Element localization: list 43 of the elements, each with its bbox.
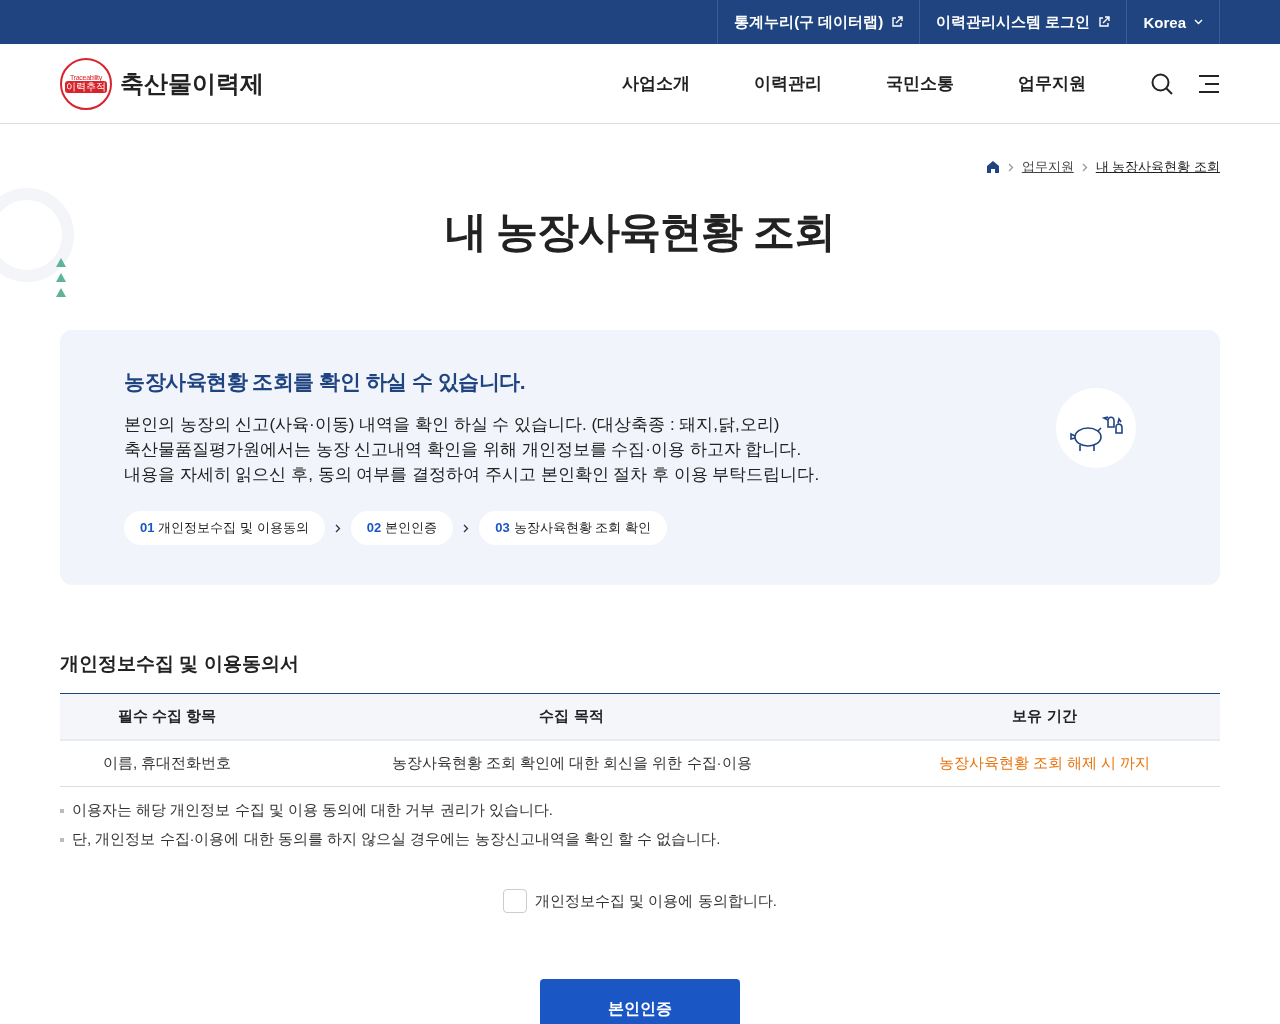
breadcrumb-link[interactable]: 내 농장사육현황 조회 [1095, 158, 1220, 176]
table-cell: 농장사육현황 조회 확인에 대한 회신을 위한 수집·이용 [274, 740, 869, 787]
nav-item[interactable]: 이력관리 [754, 72, 822, 95]
page-title: 내 농장사육현황 조회 [443, 207, 837, 257]
step-chip: 02 본인인증 [350, 511, 454, 545]
logo-badge-label: 이력추적 [65, 81, 107, 93]
language-select[interactable]: Korea [1126, 0, 1220, 44]
chevron-right-icon [463, 523, 470, 533]
nav-item[interactable]: 사업소개 [622, 72, 690, 95]
bullet-icon [60, 808, 64, 813]
chevron-right-icon [1007, 162, 1014, 172]
note-text: 이용자는 해당 개인정보 수집 및 이용 동의에 대한 거부 권리가 있습니다. [72, 801, 553, 820]
table-header: 보유 기간 [868, 693, 1220, 740]
agree-checkbox[interactable] [503, 889, 528, 913]
top-link[interactable]: 통계누리(구 데이터랩) [717, 0, 920, 44]
table-header: 수집 목적 [274, 693, 869, 740]
step-chip: 03 농장사육현황 조회 확인 [479, 511, 667, 545]
nav-item[interactable]: 업무지원 [1018, 72, 1086, 95]
verify-button[interactable]: 본인인증 [540, 979, 740, 1024]
table-header: 필수 수집 항목 [60, 693, 275, 740]
chevron-down-icon [1194, 19, 1203, 25]
menu-icon[interactable] [1198, 73, 1220, 94]
table-cell: 이름, 휴대전화번호 [60, 740, 275, 787]
chevron-right-icon [334, 523, 341, 533]
search-icon[interactable] [1150, 71, 1174, 96]
step-chip: 01 개인정보수집 및 이용동의 [124, 511, 325, 545]
bullet-icon [60, 837, 64, 842]
intro-text: 내용을 자세히 읽으신 후, 동의 여부를 결정하여 주시고 본인확인 절차 후 이용 부탁드립니다. [124, 464, 821, 486]
section-title: 개인정보수집 및 이용동의서 [60, 652, 300, 676]
agree-label: 개인정보수집 및 이용에 동의합니다. [535, 891, 777, 911]
intro-text: 축산물품질평가원에서는 농장 신고내역 확인을 위해 개인정보를 수집·이용 하고자 합니다. [124, 439, 803, 461]
home-icon[interactable] [985, 160, 1000, 174]
table-cell: 농장사육현황 조회 해제 시 까지 [868, 740, 1220, 787]
external-link-icon [891, 16, 904, 28]
intro-text: 본인의 농장의 신고(사육·이동) 내역을 확인 하실 수 있습니다. (대상축종 : 돼지,닭,오리) [124, 414, 781, 436]
chevron-right-icon [1081, 162, 1088, 172]
external-link-icon [1098, 16, 1111, 28]
breadcrumb-link[interactable]: 업무지원 [1021, 158, 1074, 176]
top-link[interactable]: 이력관리시스템 로그인 [919, 0, 1127, 44]
intro-heading: 농장사육현황 조회를 확인 하실 수 있습니다. [124, 369, 526, 395]
site-logo-name[interactable]: 축산물이력제 [120, 67, 264, 100]
note-text: 단, 개인정보 수집·이용에 대한 동의를 하지 않으실 경우에는 농장신고내역을 확인 할 수 없습니다. [72, 830, 721, 849]
nav-item[interactable]: 국민소통 [886, 72, 954, 95]
